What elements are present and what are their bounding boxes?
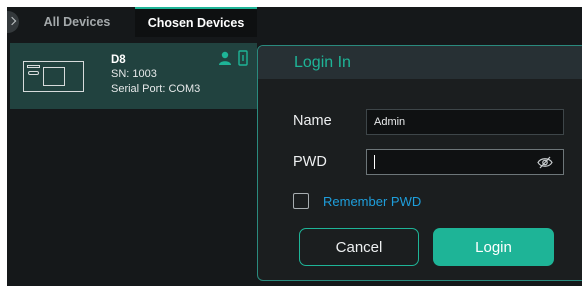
name-input[interactable]: Admin (366, 109, 564, 135)
device-serial-port: Serial Port: COM3 (111, 83, 201, 95)
collapse-panel-button[interactable] (7, 11, 19, 33)
link-icon[interactable] (238, 50, 248, 66)
pwd-label: PWD (293, 154, 327, 170)
text-caret (374, 155, 375, 169)
device-card[interactable]: D8 SN: 1003 Serial Port: COM3 (10, 43, 257, 109)
device-serial-number: SN: 1003 (111, 68, 157, 80)
dialog-title: Login In (294, 54, 351, 71)
remember-pwd-row[interactable]: Remember PWD (293, 192, 421, 210)
dialog-header: Login In (258, 46, 582, 79)
login-button[interactable]: Login (433, 228, 554, 266)
remember-pwd-label[interactable]: Remember PWD (323, 194, 421, 209)
password-input[interactable] (366, 149, 564, 175)
device-thumbnail-icon (23, 61, 84, 92)
cancel-button[interactable]: Cancel (299, 228, 419, 266)
tab-chosen-devices[interactable]: Chosen Devices (135, 7, 257, 37)
login-dialog: Login In Name Admin PWD Remember PWD Can… (257, 45, 582, 281)
device-control-app: All Devices Chosen Devices D8 SN: 1003 S… (7, 7, 582, 286)
name-label: Name (293, 113, 332, 129)
name-input-value: Admin (374, 116, 406, 128)
hidden-eye-icon[interactable] (537, 156, 553, 169)
device-name: D8 (111, 54, 126, 66)
user-icon (219, 51, 231, 65)
remember-pwd-checkbox[interactable] (293, 193, 309, 209)
tab-all-devices[interactable]: All Devices (23, 7, 131, 37)
